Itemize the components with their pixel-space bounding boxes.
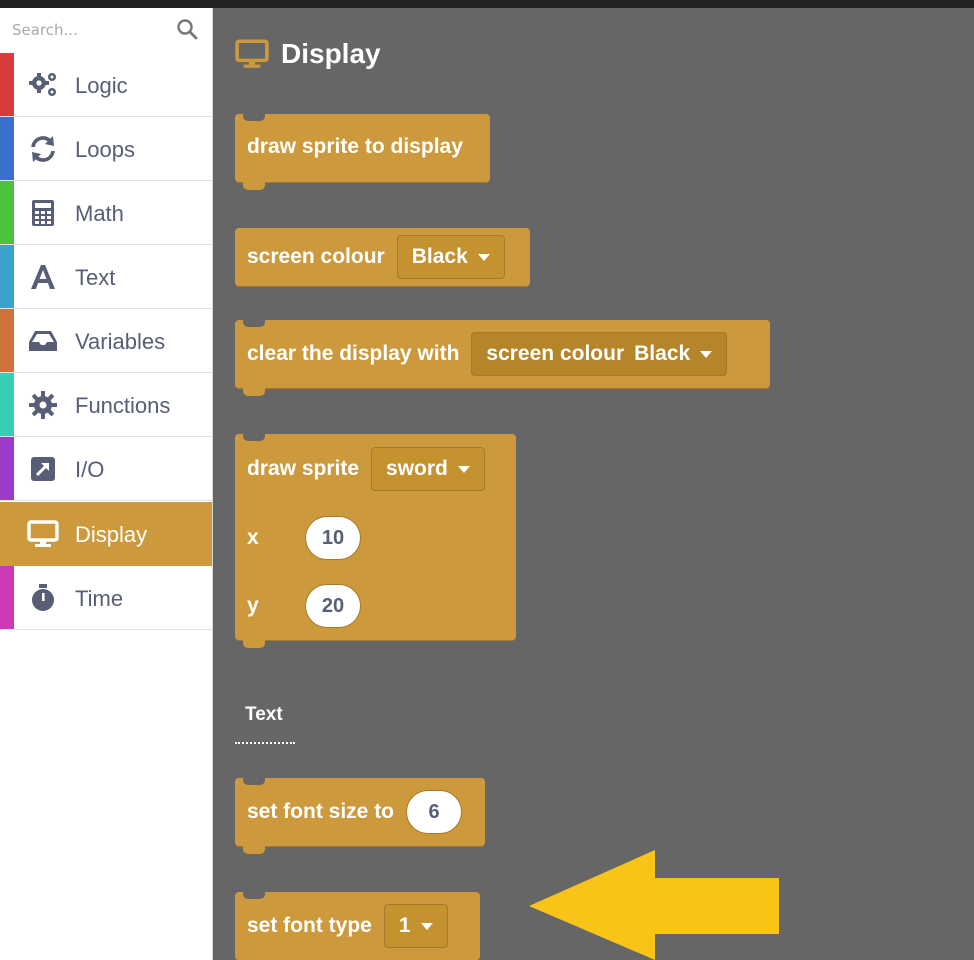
block-label: set font size to xyxy=(247,800,395,823)
block-label: draw sprite xyxy=(247,457,360,480)
block-notch xyxy=(243,433,265,441)
category-label: Time xyxy=(75,586,124,611)
caret-down-icon xyxy=(457,465,470,473)
inbox-icon xyxy=(29,331,57,351)
category-label: Logic xyxy=(75,73,128,98)
category-loops[interactable]: Loops xyxy=(0,117,212,181)
block-notch xyxy=(243,113,265,121)
flyout-title: Display xyxy=(281,38,381,69)
category-label: Variables xyxy=(75,329,166,354)
category-label: I/O xyxy=(75,457,105,482)
category-label: Math xyxy=(75,201,124,226)
colour-dropdown[interactable]: Black xyxy=(396,235,505,279)
search-bar xyxy=(0,8,212,53)
dropdown-value: 1 xyxy=(398,914,411,937)
dropdown-value: Black xyxy=(411,245,468,268)
section-underline xyxy=(235,742,295,744)
category-label: Text xyxy=(75,265,116,290)
category-logic[interactable]: Logic xyxy=(0,53,212,117)
category-label: Loops xyxy=(75,137,135,162)
category-color-strip xyxy=(0,309,14,372)
block-draw-sprite-to-display[interactable]: draw sprite to display xyxy=(235,113,490,190)
block-notch xyxy=(243,777,265,785)
dropdown-value: sword xyxy=(386,457,448,480)
block-label: clear the display with xyxy=(247,342,460,365)
flyout-header: Display xyxy=(235,34,381,74)
category-display[interactable]: Display xyxy=(0,502,212,566)
category-functions[interactable]: Functions xyxy=(0,373,212,437)
block-notch xyxy=(243,891,265,899)
block-draw-sprite[interactable]: draw sprite sword x 10 y 20 xyxy=(235,433,516,648)
category-color-strip xyxy=(0,437,14,500)
block-label: screen colour xyxy=(247,245,385,268)
block-flyout: Display draw sprite to display screen co… xyxy=(213,8,974,960)
y-label: y xyxy=(247,594,259,617)
category-color-strip xyxy=(0,53,14,116)
screen-colour-input-block[interactable]: screen colour Black xyxy=(471,332,728,376)
category-color-strip xyxy=(0,373,14,436)
search-input[interactable] xyxy=(6,16,178,44)
sprite-dropdown[interactable]: sword xyxy=(371,447,485,491)
x-label: x xyxy=(247,526,259,549)
gears-icon xyxy=(29,73,56,96)
stopwatch-icon xyxy=(32,584,54,611)
font-type-dropdown[interactable]: 1 xyxy=(383,904,448,948)
category-color-strip xyxy=(0,566,14,629)
block-label: set font type xyxy=(247,914,372,937)
category-label: Display xyxy=(75,522,148,547)
caret-down-icon xyxy=(700,350,713,358)
category-time[interactable]: Time xyxy=(0,566,212,630)
category-color-strip xyxy=(0,117,14,180)
gear-icon xyxy=(29,391,57,419)
x-number-input[interactable]: 10 xyxy=(305,516,361,560)
block-tab xyxy=(243,180,265,190)
dropdown-value: Black xyxy=(634,342,691,365)
category-io[interactable]: I/O xyxy=(0,437,212,501)
block-tab xyxy=(243,638,265,648)
category-math[interactable]: Math xyxy=(0,181,212,245)
category-text[interactable]: Text xyxy=(0,245,212,309)
block-set-font-type[interactable]: set font type 1 xyxy=(235,891,480,960)
letter-a-icon xyxy=(31,265,55,289)
font-size-input[interactable]: 6 xyxy=(406,790,463,834)
category-label: Functions xyxy=(75,393,171,418)
y-number-input[interactable]: 20 xyxy=(305,584,361,628)
block-notch xyxy=(243,319,265,327)
category-color-strip xyxy=(0,181,14,244)
category-color-strip xyxy=(0,245,14,308)
caret-down-icon xyxy=(477,253,490,261)
refresh-icon xyxy=(31,136,55,162)
inner-block-label: screen colour xyxy=(486,342,625,365)
external-link-icon xyxy=(31,457,55,481)
category-variables[interactable]: Variables xyxy=(0,309,212,373)
monitor-icon xyxy=(235,39,269,68)
section-label-text: Text xyxy=(245,704,283,725)
monitor-icon xyxy=(27,520,59,547)
calculator-icon xyxy=(32,200,54,226)
arrow-icon xyxy=(529,850,779,960)
category-sidebar: Logic Loops Math Text xyxy=(0,8,213,960)
search-icon[interactable] xyxy=(176,18,198,40)
block-screen-colour[interactable]: screen colour Black xyxy=(235,228,530,286)
block-clear-display[interactable]: clear the display with screen colour Bla… xyxy=(235,319,770,396)
block-tab xyxy=(243,844,265,854)
block-set-font-size[interactable]: set font size to 6 xyxy=(235,777,485,854)
block-tab xyxy=(243,386,265,396)
block-label: draw sprite to display xyxy=(247,135,463,158)
top-bar xyxy=(0,0,974,8)
caret-down-icon xyxy=(420,922,433,930)
